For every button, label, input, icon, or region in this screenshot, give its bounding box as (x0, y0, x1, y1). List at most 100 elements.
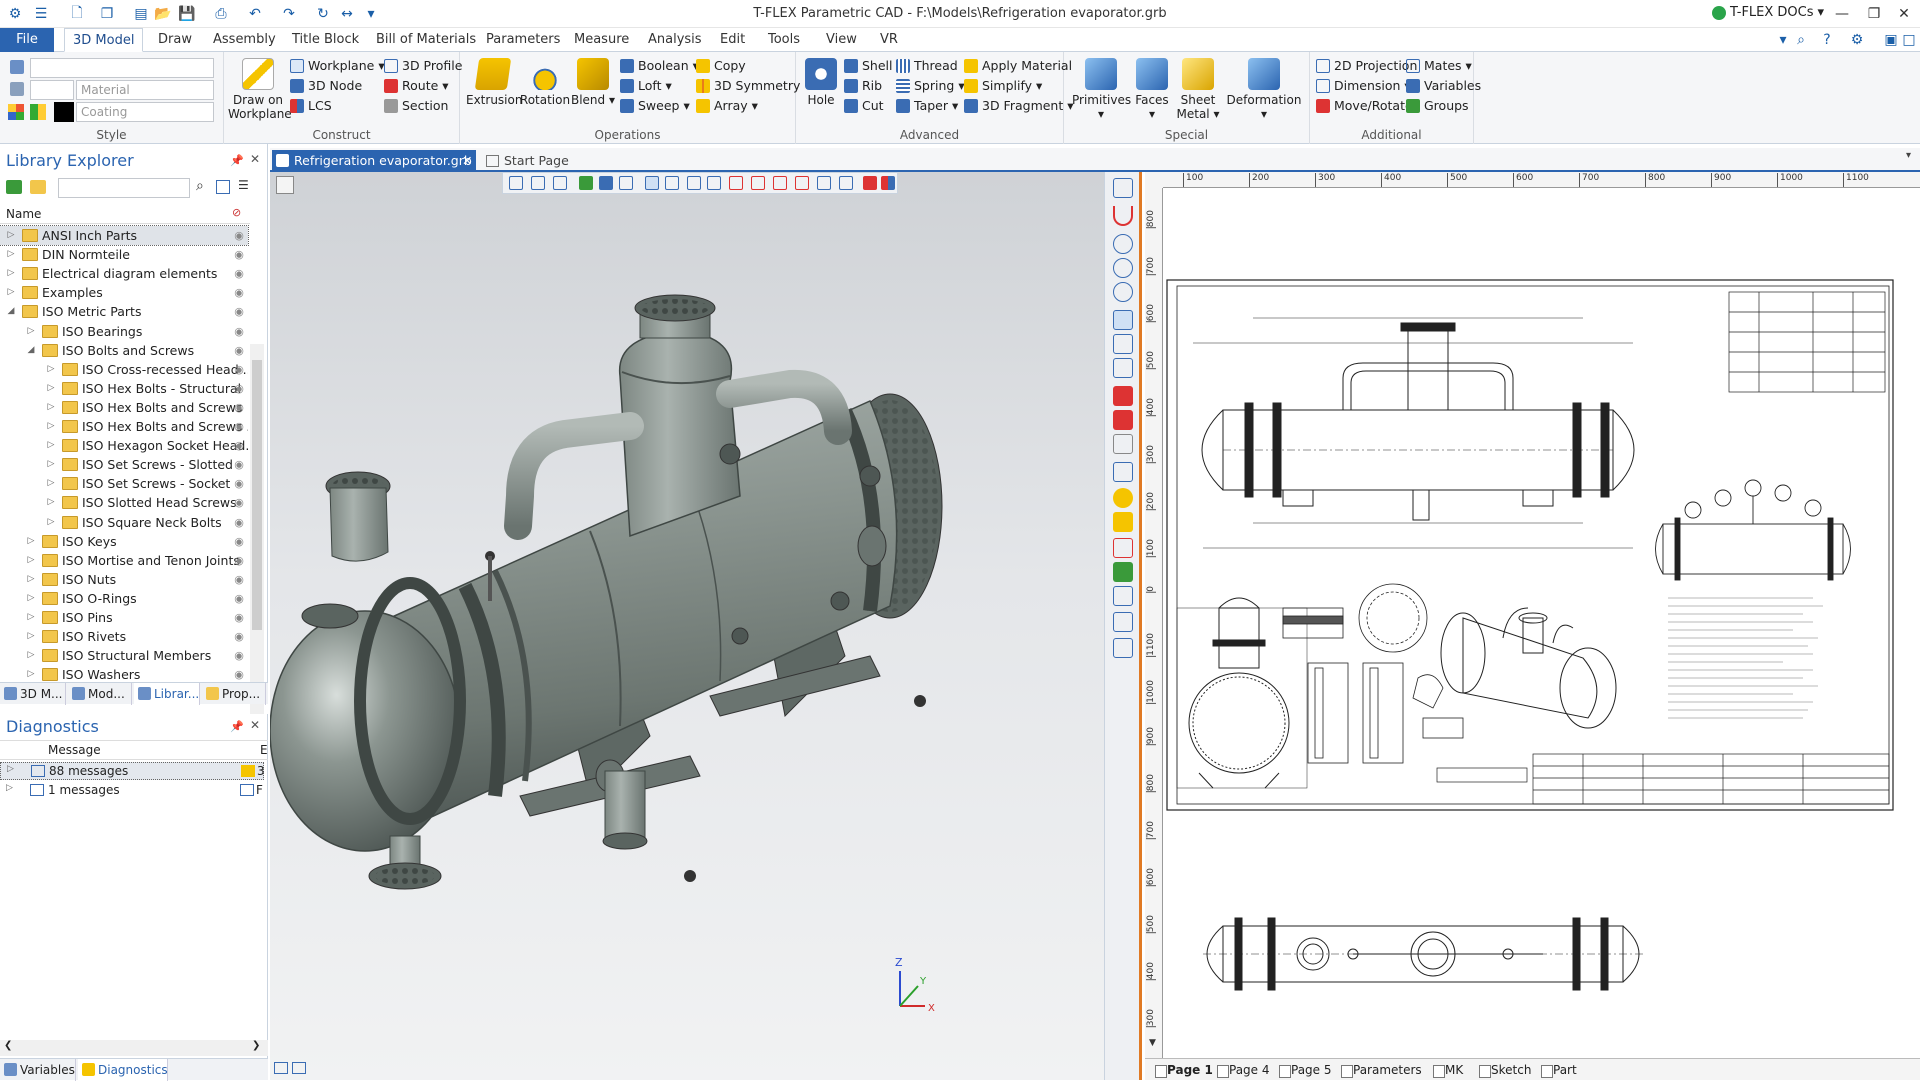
expand-icon[interactable]: ▷ (46, 398, 56, 417)
tree-item[interactable]: ▷ ISO Hex Bolts - Structural ◉ (0, 379, 248, 398)
tree-item[interactable]: ▷ ISO Set Screws - Slotted ◉ (0, 455, 248, 474)
workplane-button[interactable]: Workplane ▾ (290, 56, 385, 76)
doc-tab-start-page[interactable]: Start Page (482, 150, 602, 172)
expand-icon[interactable]: ▷ (46, 513, 56, 532)
visibility-eye-icon[interactable]: ◉ (232, 646, 246, 665)
tab-assembly[interactable]: Assembly (205, 28, 284, 52)
section-view-icon[interactable] (1113, 462, 1133, 482)
lighting-icon[interactable] (1113, 562, 1133, 582)
rotation-button[interactable]: Rotation (518, 58, 572, 107)
deformation-button[interactable]: Deformation ▾ (1224, 58, 1304, 121)
close-button[interactable]: ✕ (1888, 0, 1920, 28)
check-all-icon[interactable] (1113, 410, 1133, 430)
zoom-all-icon[interactable] (1113, 282, 1133, 302)
shape-icon[interactable] (1113, 434, 1133, 454)
collapse-icon[interactable]: ◢ (26, 341, 36, 360)
magnet-icon[interactable] (1113, 206, 1133, 226)
vr-icon[interactable] (1113, 638, 1133, 658)
walk-icon[interactable] (1113, 612, 1133, 632)
boolean-button[interactable]: Boolean ▾ (620, 56, 699, 76)
coating-combo[interactable]: Coating (76, 102, 214, 122)
expand-icon[interactable]: ▷ (6, 783, 13, 793)
select-loop-icon[interactable] (795, 176, 809, 190)
expand-icon[interactable]: ▷ (26, 627, 36, 646)
page-tab-page-4[interactable]: Page 4 (1215, 1062, 1270, 1079)
measure-icon[interactable]: ↔ (336, 3, 358, 25)
redo-icon[interactable]: ↷ (278, 3, 300, 25)
name-column-header[interactable]: Name (0, 204, 250, 224)
expand-icon[interactable]: ▷ (6, 245, 16, 264)
tab-diagnostics[interactable]: Diagnostics (78, 1059, 168, 1081)
section-button[interactable]: Section (384, 96, 448, 116)
tab-view[interactable]: View (818, 28, 865, 52)
filter-icon[interactable] (509, 176, 523, 190)
visibility-eye-icon[interactable]: ◉ (232, 360, 246, 379)
scroll-down-icon[interactable]: ▼ (1149, 1038, 1156, 1048)
library-filter-combo[interactable] (58, 178, 190, 198)
search-icon[interactable]: ⌕ (1790, 29, 1812, 51)
visibility-eye-icon[interactable]: ◉ (232, 379, 246, 398)
panel-close-icon[interactable]: ✕ (250, 718, 260, 732)
expand-icon[interactable]: ▷ (6, 226, 16, 245)
expand-icon[interactable]: ▷ (46, 379, 56, 398)
expand-icon[interactable]: ▷ (6, 264, 16, 283)
tree-item[interactable]: ◢ ISO Metric Parts ◉ (0, 302, 248, 321)
select-body-icon[interactable] (729, 176, 743, 190)
select-element-icon[interactable] (839, 176, 853, 190)
tree-item[interactable]: ▷ ISO O-Rings ◉ (0, 589, 248, 608)
explode-icon[interactable] (1113, 538, 1133, 558)
print-icon[interactable]: ⎙ (210, 3, 232, 25)
window-icon[interactable]: ▤ (130, 3, 152, 25)
3d-fragment-button[interactable]: 3D Fragment ▾ (964, 96, 1074, 116)
layer-icon[interactable] (10, 60, 24, 74)
open-folder-icon[interactable]: 📂 (152, 3, 174, 25)
expand-icon[interactable]: ▷ (26, 570, 36, 589)
column-e-header[interactable]: E (260, 743, 268, 757)
rib-button[interactable]: Rib (844, 76, 882, 96)
visibility-eye-icon[interactable]: ◉ (232, 513, 246, 532)
expand-icon[interactable]: ▷ (26, 646, 36, 665)
expand-icon[interactable]: ▷ (46, 455, 56, 474)
tree-item[interactable]: ▷ ISO Square Neck Bolts ◉ (0, 513, 248, 532)
tree-item[interactable]: ▷ Examples ◉ (0, 283, 248, 302)
tree-item[interactable]: ▷ ANSI Inch Parts ◉ (0, 225, 249, 246)
scroll-thumb[interactable] (252, 360, 262, 630)
page-tab-mk[interactable]: MK (1431, 1062, 1463, 1079)
render-icon[interactable] (1113, 488, 1133, 508)
collapse-icon[interactable]: ◢ (6, 302, 16, 321)
pin-icon[interactable]: 📌 (230, 720, 244, 733)
thread-button[interactable]: Thread (896, 56, 958, 76)
copy-window-icon[interactable]: ❐ (96, 3, 118, 25)
visibility-eye-icon[interactable]: ◉ (232, 302, 246, 321)
diagnostics-row[interactable]: ▷ 88 messages 3 (0, 762, 265, 780)
page-tab-sketch[interactable]: Sketch (1477, 1062, 1531, 1079)
tab-edit[interactable]: Edit (712, 28, 753, 52)
select-mode-icon[interactable] (881, 176, 895, 190)
select-curve-icon[interactable] (707, 176, 721, 190)
glasses-icon[interactable] (1113, 358, 1133, 378)
simplify-button[interactable]: Simplify ▾ (964, 76, 1042, 96)
expand-icon[interactable]: ▷ (26, 322, 36, 341)
tree-item[interactable]: ▷ ISO Hex Bolts and Screws ... ◉ (0, 417, 248, 436)
visibility-eye-icon[interactable]: ◉ (232, 551, 246, 570)
zoom-icon[interactable] (1113, 234, 1133, 254)
select-face-icon[interactable] (645, 176, 659, 190)
close-tab-icon[interactable]: ✕ (462, 150, 472, 172)
move-rotate-button[interactable]: Move/Rotate (1316, 96, 1413, 116)
diagnostics-row[interactable]: ▷ 1 messages F (0, 782, 264, 800)
select-vertex-icon[interactable] (687, 176, 701, 190)
horizontal-scrollbar[interactable]: ❮ ❯ (0, 1040, 268, 1056)
single-view-icon[interactable] (274, 1062, 288, 1074)
visibility-eye-icon[interactable]: ◉ (232, 264, 246, 283)
new-file-icon[interactable]: 🗋 (66, 3, 88, 25)
visibility-eye-icon[interactable]: ◉ (232, 226, 246, 245)
apply-material-button[interactable]: Apply Material (964, 56, 1072, 76)
menu-icon[interactable]: ☰ (30, 3, 52, 25)
taper-button[interactable]: Taper ▾ (896, 96, 958, 116)
tab-properties[interactable]: Prop... (202, 683, 266, 705)
tab-draw[interactable]: Draw (150, 28, 200, 52)
material-combo[interactable]: Material (76, 80, 214, 100)
page-tab-page-1[interactable]: Page 1 (1153, 1062, 1213, 1079)
expand-icon[interactable]: ▷ (7, 764, 14, 774)
extrusion-button[interactable]: Extrusion (466, 58, 522, 107)
